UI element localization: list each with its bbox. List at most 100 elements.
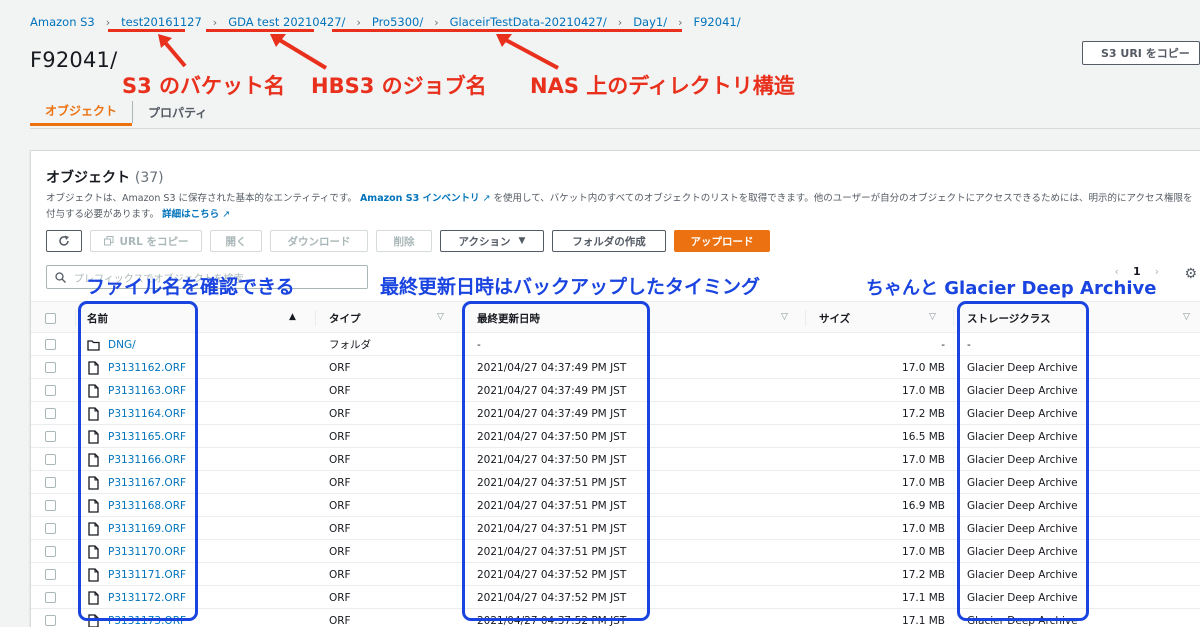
row-checkbox[interactable]: [45, 615, 56, 626]
column-type[interactable]: タイプ: [329, 302, 361, 334]
row-select: [45, 379, 56, 402]
object-type: ORF: [329, 476, 351, 489]
copy-url-button[interactable]: URL をコピー: [90, 230, 202, 252]
row-select: [45, 517, 56, 540]
row-checkbox[interactable]: [45, 546, 56, 557]
refresh-button[interactable]: [46, 230, 82, 252]
chevron-right-icon: ›: [212, 15, 218, 29]
job-arrow-icon: [270, 34, 328, 70]
page-title: F92041/: [30, 48, 118, 72]
sort-icon[interactable]: ▽: [1183, 312, 1190, 322]
sort-icon[interactable]: ▽: [781, 312, 788, 322]
row-checkbox[interactable]: [45, 477, 56, 488]
learn-more-link[interactable]: 詳細はこちら: [162, 209, 219, 220]
row-checkbox[interactable]: [45, 385, 56, 396]
objects-count: (37): [134, 170, 164, 186]
tab-objects[interactable]: オブジェクト: [30, 98, 133, 126]
breadcrumb-testdata[interactable]: GlaceirTestData-20210427/: [450, 15, 607, 29]
objects-toolbar: URL をコピー 開く ダウンロード 削除 アクション ▼ フォルダの作成 アッ…: [46, 230, 770, 252]
row-checkbox[interactable]: [45, 592, 56, 603]
create-folder-button[interactable]: フォルダの作成: [552, 230, 666, 252]
sort-asc-icon[interactable]: ▲: [289, 312, 296, 322]
object-type: ORF: [329, 568, 351, 581]
object-size: 16.9 MB: [902, 499, 945, 512]
object-type: ORF: [329, 407, 351, 420]
row-checkbox[interactable]: [45, 523, 56, 534]
storage-annotation: ちゃんと Glacier Deep Archive: [866, 278, 1157, 299]
object-size: 17.0 MB: [902, 384, 945, 397]
row-select: [45, 402, 56, 425]
delete-button[interactable]: 削除: [376, 230, 432, 252]
chevron-right-icon: ›: [434, 15, 439, 29]
row-select: [45, 333, 56, 356]
copy-url-label: URL をコピー: [119, 235, 189, 248]
row-select: [45, 425, 56, 448]
row-checkbox[interactable]: [45, 408, 56, 419]
breadcrumb-job[interactable]: GDA test 20210427/: [228, 15, 345, 29]
object-size: 17.1 MB: [902, 614, 945, 627]
actions-label: アクション: [458, 235, 511, 248]
row-select: [45, 586, 56, 609]
chevron-right-icon: ›: [617, 15, 623, 29]
row-checkbox[interactable]: [45, 362, 56, 373]
inventory-link[interactable]: Amazon S3 インベントリ: [360, 193, 480, 204]
select-all-checkbox[interactable]: [45, 312, 56, 324]
object-type: ORF: [329, 430, 351, 443]
row-checkbox[interactable]: [45, 500, 56, 511]
objects-heading-label: オブジェクト: [46, 170, 130, 186]
bucket-arrow-icon: [158, 34, 187, 68]
chevron-right-icon: ›: [105, 15, 111, 29]
column-divider: [75, 310, 76, 326]
refresh-icon: [59, 235, 69, 246]
object-size: 17.2 MB: [902, 568, 945, 581]
description-text-1: オブジェクトは、Amazon S3 に保存された基本的なエンティティです。: [46, 193, 357, 204]
breadcrumb-amazon-s3[interactable]: Amazon S3: [30, 15, 95, 29]
object-type: ORF: [329, 361, 351, 374]
object-size: 17.0 MB: [902, 522, 945, 535]
row-select: [45, 540, 56, 563]
open-button[interactable]: 開く: [210, 230, 262, 252]
object-size: 17.2 MB: [902, 407, 945, 420]
row-select: [45, 494, 56, 517]
column-divider: [953, 310, 954, 326]
tab-properties[interactable]: プロパティ: [133, 98, 222, 126]
breadcrumb-pro5300[interactable]: Pro5300/: [372, 15, 423, 29]
copy-s3-uri-label: S3 URI をコピー: [1101, 47, 1190, 60]
external-link-icon: ↗: [482, 193, 491, 204]
nas-arrow-icon: [496, 34, 559, 70]
lastmod-annotation: 最終更新日時はバックアップしたタイミング: [380, 276, 761, 298]
object-size: 16.5 MB: [902, 430, 945, 443]
sort-icon[interactable]: ▽: [437, 312, 444, 322]
row-checkbox[interactable]: [45, 569, 56, 580]
row-checkbox[interactable]: [45, 454, 56, 465]
gear-icon[interactable]: ⚙: [1184, 266, 1197, 282]
object-type: ORF: [329, 384, 351, 397]
download-button[interactable]: ダウンロード: [270, 230, 368, 252]
breadcrumb-current: F92041/: [693, 15, 741, 29]
row-checkbox[interactable]: [45, 431, 56, 442]
select-all-cell: [45, 302, 56, 334]
column-size[interactable]: サイズ: [819, 302, 850, 334]
column-divider: [315, 310, 316, 326]
object-size: 17.0 MB: [902, 453, 945, 466]
object-size: 17.0 MB: [902, 476, 945, 489]
sort-icon[interactable]: ▽: [929, 312, 936, 322]
row-select: [45, 563, 56, 586]
copy-s3-uri-button[interactable]: S3 URI をコピー: [1082, 41, 1200, 65]
breadcrumb-day1[interactable]: Day1/: [633, 15, 667, 29]
object-type: ORF: [329, 522, 351, 535]
nas-annotation: NAS 上のディレクトリ構造: [530, 74, 795, 98]
object-size: 17.0 MB: [902, 545, 945, 558]
object-type: ORF: [329, 591, 351, 604]
object-type: ORF: [329, 545, 351, 558]
row-select: [45, 356, 56, 379]
object-size: 17.0 MB: [902, 361, 945, 374]
breadcrumb-bucket[interactable]: test20161127: [121, 15, 202, 29]
search-icon: [55, 271, 66, 283]
row-checkbox[interactable]: [45, 339, 56, 350]
column-divider: [805, 310, 806, 326]
bucket-underline: [108, 29, 185, 32]
upload-button[interactable]: アップロード: [674, 230, 770, 252]
actions-dropdown[interactable]: アクション ▼: [440, 230, 544, 252]
object-type: ORF: [329, 453, 351, 466]
